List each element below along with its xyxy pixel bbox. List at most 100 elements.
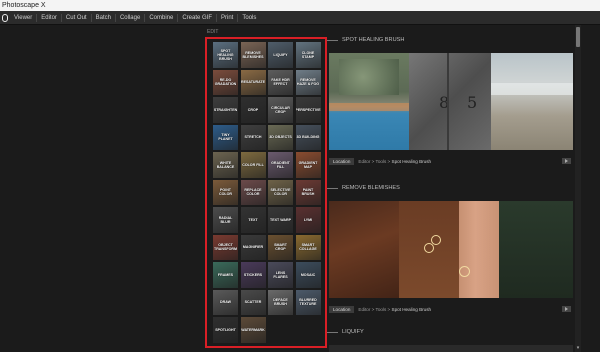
tool-label: REPLACE COLOR (244, 188, 262, 197)
tool-smart-collage[interactable]: SMART COLLAGE (295, 234, 321, 260)
tool-label: SMART CROP (274, 243, 287, 252)
preview-beach-image (491, 53, 573, 150)
app-logo-icon (0, 11, 10, 25)
tool-label: TEXT WARP (270, 217, 291, 222)
tool-stretch[interactable]: STRETCH (240, 124, 266, 150)
tool-label: SCATTER (244, 300, 262, 305)
tool-label: SPOT HEALING BRUSH (217, 48, 234, 61)
tool-remove-haze-fog[interactable]: REMOVE HAZE & FOG (295, 69, 321, 95)
tool-scatter[interactable]: SCATTER (240, 289, 266, 315)
menu-cut-out[interactable]: Cut Out (62, 13, 92, 22)
tool-label: MAGNIFIER (242, 245, 264, 250)
edit-label: EDIT (207, 29, 219, 35)
tool-point-color[interactable]: POINT COLOR (213, 179, 238, 205)
tool-blurred-texture[interactable]: BLURRED TEXTURE (295, 289, 321, 315)
tool-mosaic[interactable]: MOSAIC (295, 262, 321, 288)
tool-tiny-planet[interactable]: TINY PLANET (213, 124, 238, 150)
section-connector (327, 188, 338, 189)
tool-label: CIRCULAR CROP (271, 105, 290, 114)
tool-spotlight[interactable]: SPOTLIGHT (213, 317, 238, 343)
tool-smart-crop[interactable]: SMART CROP (268, 234, 293, 260)
tool-frames[interactable]: FRAMES (213, 262, 238, 288)
play-icon[interactable] (562, 306, 571, 312)
preview-spot-healing[interactable]: 8 5 (329, 53, 573, 150)
tool-replace-color[interactable]: REPLACE COLOR (240, 179, 266, 205)
window-title: Photoscape X (0, 0, 600, 11)
tool-label: STICKERS (243, 272, 263, 277)
location-button[interactable]: Location (329, 305, 355, 313)
tool-color-fill[interactable]: COLOR FILL (240, 152, 266, 178)
tool-remove-blemishes[interactable]: REMOVE BLEMISHES (240, 42, 266, 68)
location-button[interactable]: Location (329, 157, 355, 165)
location-bar: Location Editor > Tools > Spot Healing B… (329, 305, 573, 313)
tool-watermark[interactable]: WATERMARK (240, 317, 266, 343)
section-connector (327, 40, 338, 41)
tool-text-warp[interactable]: TEXT WARP (268, 207, 293, 233)
tool-label: TEXT (248, 217, 258, 222)
menu-collage[interactable]: Collage (116, 13, 146, 22)
tool-label: TINY PLANET (218, 133, 233, 142)
tool-label: SPOTLIGHT (215, 327, 236, 332)
tool-text[interactable]: TEXT (240, 207, 266, 233)
tool-label: REMOVE BLEMISHES (242, 50, 264, 59)
menu-print[interactable]: Print (217, 13, 239, 22)
tool-draw[interactable]: DRAW (213, 289, 238, 315)
breadcrumb: Editor > Tools > Spot Healing Brush (358, 158, 432, 164)
tool-paint-brush[interactable]: PAINT BRUSH (295, 179, 321, 205)
menu-tools[interactable]: Tools (238, 14, 260, 22)
menu-create-gif[interactable]: Create GIF (178, 13, 218, 22)
tool-clone-stamp[interactable]: CLONE STAMP (295, 42, 321, 68)
tool-label: GRADIENT MAP (298, 160, 318, 169)
tool-stickers[interactable]: STICKERS (240, 262, 266, 288)
tool-label: REMOVE HAZE & FOG (296, 78, 320, 87)
tool-label: CLONE STAMP (301, 50, 315, 59)
tool-crop[interactable]: CROP (240, 97, 266, 123)
tool-label: WATERMARK (241, 327, 265, 332)
tool-label: RE-DO GRADATION (214, 78, 237, 87)
tool-re-do-gradation[interactable]: RE-DO GRADATION (213, 69, 238, 95)
tool-3d-objects[interactable]: 3D OBJECTS (268, 124, 293, 150)
preview-wall-image: 8 5 (409, 53, 491, 150)
tool-perspective[interactable]: PERSPECTIVE (295, 97, 321, 123)
tool-white-balance[interactable]: WHITE BALANCE (213, 152, 238, 178)
tool-deface-brush[interactable]: DEFACE BRUSH (268, 289, 293, 315)
tool-fake-hdr-effect[interactable]: FAKE HDR EFFECT (268, 69, 293, 95)
tool-gradient-fill[interactable]: GRADIENT FILL (268, 152, 293, 178)
tool-magnifier[interactable]: MAGNIFIER (240, 234, 266, 260)
tool-gradient-map[interactable]: GRADIENT MAP (295, 152, 321, 178)
tool-label: LENS FLARES (273, 270, 288, 279)
preview-remove-blemishes[interactable] (329, 201, 573, 298)
breadcrumb: Editor > Tools > Spot Healing Brush (358, 306, 432, 312)
tool-lens-flares[interactable]: LENS FLARES (268, 262, 293, 288)
tool-grid: SPOT HEALING BRUSH REMOVE BLEMISHES LIQUIF… (205, 37, 327, 348)
tool-label: OBJECT TRANSFORM (214, 243, 237, 252)
menu-editor[interactable]: Editor (37, 13, 62, 22)
tool-label: STRAIGHTEN (213, 107, 238, 112)
blemish-marker (431, 235, 441, 245)
tool-label: LYMI (303, 217, 313, 222)
menu-viewer[interactable]: Viewer (10, 13, 38, 22)
play-icon[interactable] (562, 158, 571, 164)
tool-radial-blur[interactable]: RADIAL BLUR (213, 207, 238, 233)
tool-object-transform[interactable]: OBJECT TRANSFORM (213, 234, 238, 260)
tool-selective-color[interactable]: SELECTIVE COLOR (268, 179, 293, 205)
tool-resaturate[interactable]: RESATURATE (240, 69, 266, 95)
scrollbar-thumb[interactable] (576, 27, 580, 47)
scrollbar[interactable]: ▾ (575, 25, 581, 352)
section-title-spot-healing-brush: SPOT HEALING BRUSH (342, 37, 405, 43)
blemish-marker (424, 243, 434, 253)
tool-straighten[interactable]: STRAIGHTEN (213, 97, 238, 123)
menu-combine[interactable]: Combine (145, 13, 179, 22)
menu-batch[interactable]: Batch (92, 13, 116, 22)
tool-label: BLURRED TEXTURE (299, 298, 317, 307)
preview-pool-image (329, 53, 409, 150)
tool-circular-crop[interactable]: CIRCULAR CROP (268, 97, 293, 123)
tool-liquify[interactable]: LIQUIFY (268, 42, 293, 68)
tool-spot-healing-brush[interactable]: SPOT HEALING BRUSH (213, 42, 238, 68)
preview-liquify[interactable] (329, 345, 573, 352)
tool-3d-building[interactable]: 3D BUILDING (295, 124, 321, 150)
tool-lymi[interactable]: LYMI (295, 207, 321, 233)
blemish-marker (459, 266, 470, 277)
tool-label: PAINT BRUSH (301, 188, 315, 197)
scroll-down-icon[interactable]: ▾ (575, 345, 581, 351)
